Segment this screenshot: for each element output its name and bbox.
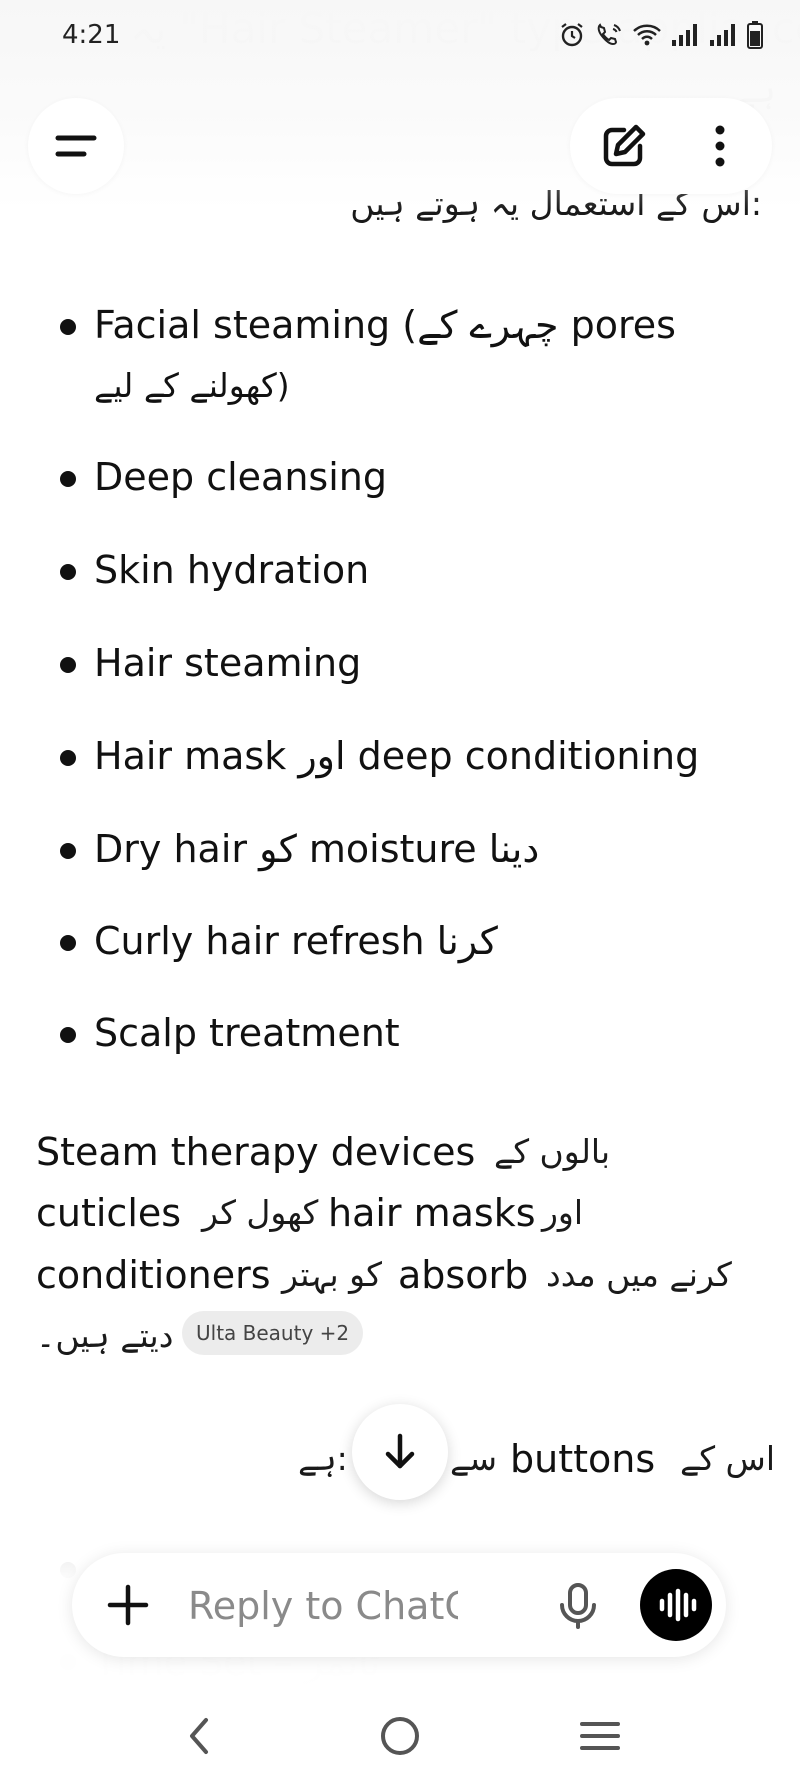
reply-input[interactable] [186,1573,460,1639]
bullet-text: Facial steaming (چہرے کے pores [94,303,676,347]
buttons-line-text: buttons [510,1437,656,1481]
bullet-dot [60,657,76,673]
paragraph-text: کھول کر [202,1193,319,1232]
top-actions [570,98,772,194]
paragraph-text: absorb [398,1253,529,1297]
home-button[interactable] [368,1708,432,1764]
bullet-dot [60,1027,76,1043]
paragraph-text: cuticles [36,1191,182,1235]
new-chat-button[interactable] [594,116,654,176]
bullet-dot [60,564,76,580]
bullet-text: Deep cleansing [94,455,387,499]
signal-icon [710,24,735,46]
bullet-text-continued: کھولنے کے لیے) [94,366,290,405]
menu-button[interactable] [28,98,124,194]
more-options-button[interactable] [690,116,750,176]
wifi-calling-icon [597,23,621,46]
bullet-text: Skin hydration [94,548,370,592]
arrow-down-icon [385,1433,415,1469]
back-button[interactable] [168,1708,232,1764]
buttons-line-text: اس کے [680,1439,775,1478]
paragraph-text: کرنے میں مدد [546,1255,732,1294]
bullet-dot [60,750,76,766]
menu-icon [55,135,97,157]
status-icons [558,20,764,50]
paragraph-text: بالوں کے [494,1132,611,1171]
composer [72,1553,726,1657]
back-icon [190,1718,208,1754]
paragraph-text: conditioners [36,1253,271,1297]
paragraph-text: کو بہتر [282,1255,382,1294]
paragraph-text: اور [542,1193,584,1232]
alarm-icon [561,23,583,47]
bullet-dot [60,843,76,859]
bullet-dot [60,935,76,951]
more-vertical-icon [715,125,725,167]
paragraph-text: دیتے ہیں۔ [36,1316,174,1355]
bullet-text: Dry hair کو moisture دینا [94,827,540,871]
status-time: 4:21 [62,20,121,50]
edit-icon [603,124,646,167]
system-nav-bar [0,1690,800,1783]
buttons-line-text: سے [450,1439,497,1478]
recents-button[interactable] [568,1708,632,1764]
source-citation-badge[interactable]: Ulta Beauty +2 [182,1311,364,1355]
attach-button[interactable] [100,1577,156,1633]
bullet-dot [60,471,76,487]
ghost-bullet-dot [60,1562,76,1578]
plus-icon [107,1584,149,1626]
message-content: اس کے استعمال یہ ہوتے ہیں: Facial steami… [0,0,800,1783]
bullet-text: Hair steaming [94,641,362,685]
voice-mode-icon [659,1588,697,1622]
microphone-icon [560,1583,596,1629]
bullet-dot [60,319,76,335]
bullet-text: Scalp treatment [94,1011,400,1055]
bullet-text: Hair mask اور deep conditioning [94,734,700,778]
paragraph-text: Steam therapy devices [36,1130,476,1174]
ghost-bullet-dot [60,1654,76,1670]
wifi-icon [633,24,661,46]
recents-icon [580,1722,620,1750]
signal-icon [672,24,697,46]
status-bar: 4:21 [0,0,800,72]
battery-icon [747,21,763,49]
buttons-line-text: ہے: [298,1439,348,1478]
home-icon [381,1717,419,1755]
bullet-text: Curly hair refresh کرنا [94,919,498,963]
paragraph-text: hair masks [328,1191,536,1235]
voice-mode-button[interactable] [640,1569,712,1641]
dictate-button[interactable] [550,1577,606,1633]
scroll-down-button[interactable] [352,1404,448,1500]
